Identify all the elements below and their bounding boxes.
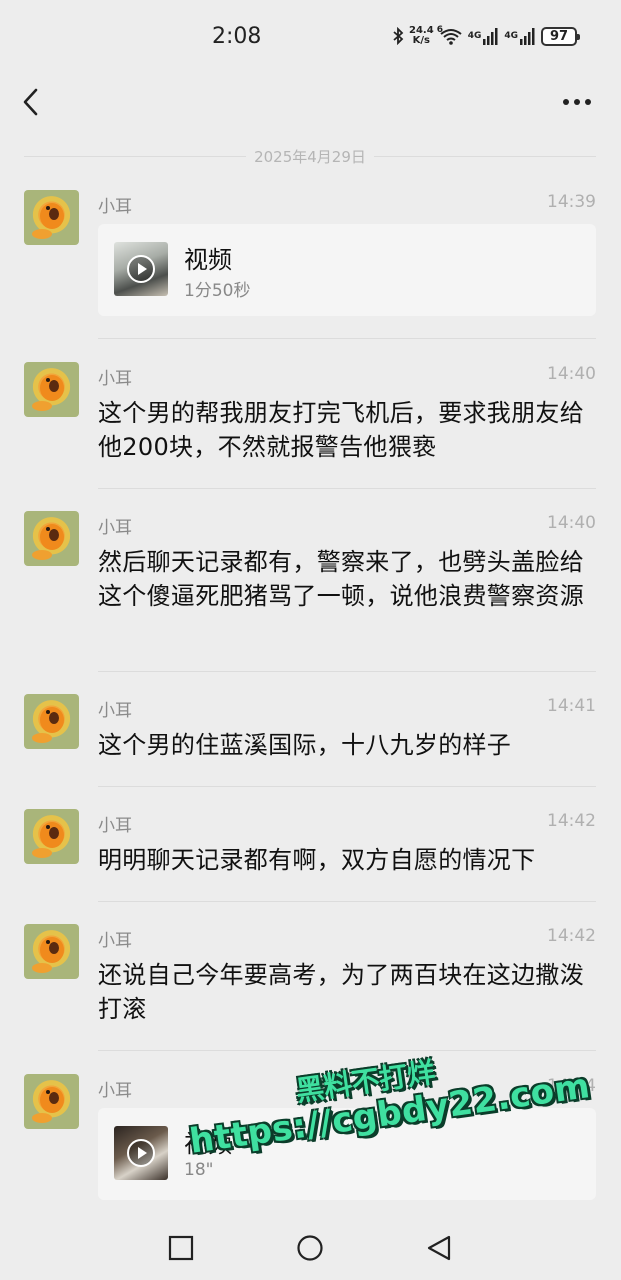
avatar[interactable] [24, 511, 79, 566]
message-divider [98, 488, 596, 489]
message-item: 小耳 14:40 然后聊天记录都有，警察来了，也劈头盖脸给这个傻逼死肥猪骂了一顿… [0, 511, 621, 673]
sender-name: 小耳 [98, 701, 132, 721]
signal-icon-2 [520, 27, 536, 45]
video-message-card[interactable]: 视频 1分50秒 [98, 224, 596, 316]
message-text: 然后聊天记录都有，警察来了，也劈头盖脸给这个傻逼死肥猪骂了一顿，说他浪费警察资源 [98, 548, 584, 610]
battery-icon: 97 [541, 26, 580, 46]
status-time: 2:08 [212, 24, 262, 49]
message-time: 14:42 [547, 926, 596, 946]
video-duration: 18" [184, 1160, 214, 1180]
sender-name: 小耳 [98, 369, 132, 389]
message-divider [98, 1050, 596, 1051]
message-text: 还说自己今年要高考，为了两百块在这边撒泼打滚 [98, 961, 584, 1023]
message-text: 这个男的住蓝溪国际，十八九岁的样子 [98, 731, 512, 759]
sender-name: 小耳 [98, 197, 132, 217]
message-item: 小耳 14:44 视频 18" [0, 1074, 621, 1204]
date-text: 2025年4月29日 [254, 147, 366, 166]
message-time: 14:39 [547, 192, 596, 212]
date-divider: 2025年4月29日 [24, 144, 596, 168]
video-thumbnail [114, 1126, 168, 1180]
avatar[interactable] [24, 694, 79, 749]
triangle-back-icon[interactable] [425, 1234, 453, 1262]
message-time: 14:40 [547, 364, 596, 384]
more-dots-icon[interactable] [560, 90, 596, 114]
video-thumbnail [114, 242, 168, 296]
net-type-2: 4G [504, 31, 518, 41]
video-title: 视频 [184, 246, 232, 274]
message-item: 小耳 14:42 还说自己今年要高考，为了两百块在这边撒泼打滚 [0, 924, 621, 1052]
video-message-card[interactable]: 视频 18" [98, 1108, 596, 1200]
video-duration: 1分50秒 [184, 281, 251, 301]
message-time: 14:41 [547, 696, 596, 716]
circle-icon[interactable] [296, 1234, 324, 1262]
wifi-badge: 6 [436, 25, 443, 35]
message-divider [98, 338, 596, 339]
message-time: 14:40 [547, 513, 596, 533]
bluetooth-icon [392, 27, 404, 45]
net-speed-unit: K/s [412, 35, 431, 46]
chat-header [0, 72, 621, 132]
status-icons: 24.4 K/s 6 4G 4G 97 [392, 22, 580, 50]
message-text: 明明聊天记录都有啊，双方自愿的情况下 [98, 846, 536, 874]
play-icon [127, 255, 155, 283]
message-text: 这个男的帮我朋友打完飞机后，要求我朋友给他200块，不然就报警告他猥亵 [98, 399, 584, 461]
message-item: 小耳 14:39 视频 1分50秒 [0, 190, 621, 340]
net-speed: 24.4 K/s [409, 26, 434, 46]
avatar[interactable] [24, 1074, 79, 1129]
message-item: 小耳 14:42 明明聊天记录都有啊，双方自愿的情况下 [0, 809, 621, 903]
avatar[interactable] [24, 809, 79, 864]
message-time: 14:44 [547, 1076, 596, 1096]
message-item: 小耳 14:40 这个男的帮我朋友打完飞机后，要求我朋友给他200块，不然就报警… [0, 362, 621, 490]
sender-name: 小耳 [98, 1081, 132, 1101]
net-type-1: 4G [467, 31, 482, 41]
sender-name: 小耳 [98, 931, 132, 951]
message-divider [98, 671, 596, 672]
avatar[interactable] [24, 362, 79, 417]
square-icon[interactable] [167, 1234, 195, 1262]
sender-name: 小耳 [98, 816, 132, 836]
wifi-icon: 6 [436, 25, 463, 45]
message-divider [98, 901, 596, 902]
signal-icon [483, 27, 499, 45]
message-divider [98, 786, 596, 787]
system-nav-bar [0, 1216, 621, 1280]
play-icon [127, 1139, 155, 1167]
sender-name: 小耳 [98, 518, 132, 538]
chevron-left-icon[interactable] [14, 84, 50, 120]
avatar[interactable] [24, 190, 79, 245]
avatar[interactable] [24, 924, 79, 979]
video-title: 视频 [184, 1130, 232, 1158]
message-item: 小耳 14:41 这个男的住蓝溪国际，十八九岁的样子 [0, 694, 621, 788]
message-time: 14:42 [547, 811, 596, 831]
status-bar: 2:08 24.4 K/s 6 4G 4G 97 [0, 0, 621, 72]
